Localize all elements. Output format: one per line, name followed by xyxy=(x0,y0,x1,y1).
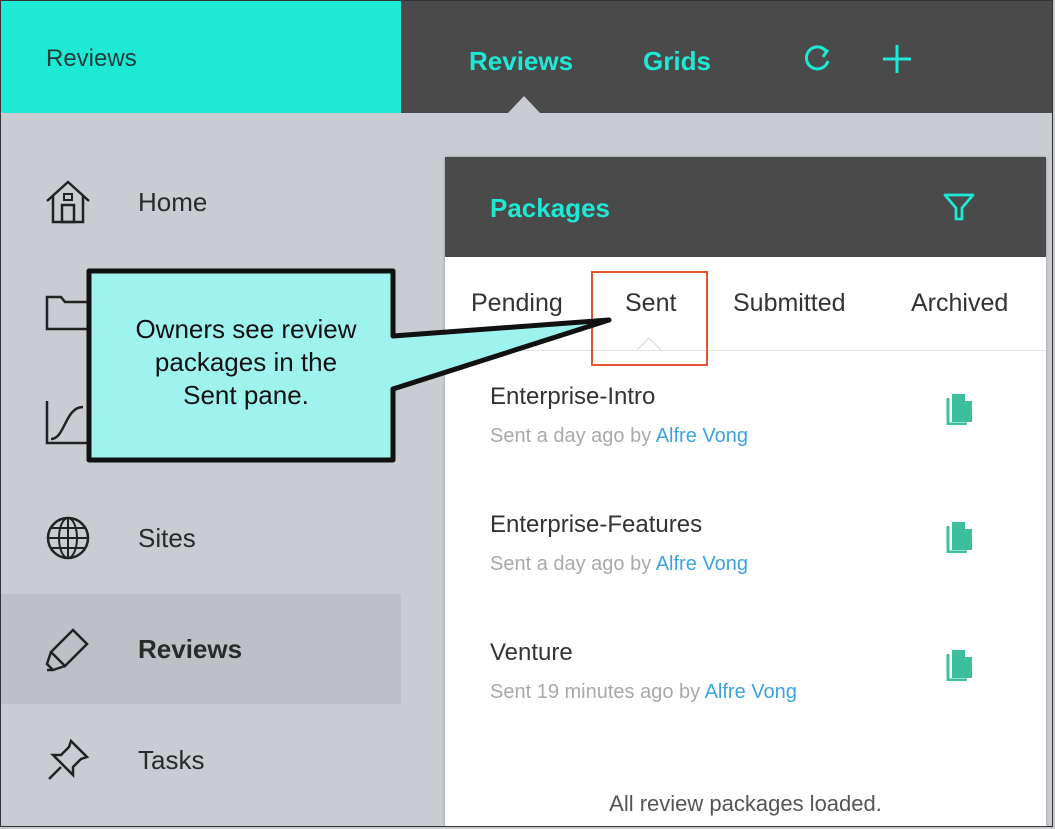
list-item[interactable]: Enterprise-Intro Sent a day ago by Alfre… xyxy=(490,383,1030,473)
sidebar-item-label: Reviews xyxy=(138,634,243,664)
active-tab-pointer xyxy=(508,96,540,113)
tab-submitted[interactable]: Submitted xyxy=(733,289,846,318)
callout-line: packages in the xyxy=(154,347,338,377)
panel-header: Packages xyxy=(445,157,1046,257)
refresh-icon[interactable] xyxy=(799,41,835,77)
callout-text: Owners see review packages in the Sent p… xyxy=(101,313,391,412)
user-link[interactable]: Alfre Vong xyxy=(656,425,748,447)
sidebar-item-label: Home xyxy=(138,187,208,217)
home-icon xyxy=(46,180,90,224)
highlighter-icon xyxy=(45,628,89,672)
globe-icon xyxy=(46,516,90,560)
tab-grids[interactable]: Grids xyxy=(643,46,711,77)
tab-archived[interactable]: Archived xyxy=(911,289,1008,318)
top-nav: Reviews Grids xyxy=(401,1,1052,113)
sidebar-item-home[interactable]: Home xyxy=(1,147,401,257)
package-meta: Sent a day ago by Alfre Vong xyxy=(490,553,748,575)
document-icon[interactable] xyxy=(945,519,975,553)
package-meta: Sent a day ago by Alfre Vong xyxy=(490,425,748,447)
package-name: Enterprise-Intro xyxy=(490,383,656,410)
pin-icon xyxy=(48,738,90,780)
app-window: Reviews Reviews Grids Home Sites Reviews… xyxy=(0,0,1053,827)
list-item[interactable]: Enterprise-Features Sent a day ago by Al… xyxy=(490,511,1030,601)
sent-tab-highlight-box xyxy=(591,271,708,366)
packages-panel: Packages Pending Sent Submitted Archived… xyxy=(445,157,1046,826)
chart-icon xyxy=(45,401,89,445)
sidebar-item-sites[interactable]: Sites xyxy=(1,483,401,593)
package-name: Enterprise-Features xyxy=(490,511,703,538)
sidebar-item-label: Tasks xyxy=(138,745,205,775)
app-title: Reviews xyxy=(46,45,137,72)
tab-reviews[interactable]: Reviews xyxy=(469,46,573,77)
tab-divider xyxy=(445,350,1046,351)
package-name: Venture xyxy=(490,639,573,666)
list-item[interactable]: Venture Sent 19 minutes ago by Alfre Von… xyxy=(490,639,1030,729)
document-icon[interactable] xyxy=(945,647,975,681)
sidebar-item-tasks[interactable]: Tasks xyxy=(1,705,401,815)
user-link[interactable]: Alfre Vong xyxy=(705,681,797,703)
list-footer: All review packages loaded. xyxy=(609,791,882,816)
app-header: Reviews xyxy=(1,1,401,113)
filter-icon[interactable] xyxy=(941,189,977,225)
folder-icon xyxy=(45,295,91,331)
tab-pending[interactable]: Pending xyxy=(471,289,563,318)
sidebar-item-label: Sites xyxy=(138,523,196,553)
callout-line: Sent pane. xyxy=(183,380,309,410)
panel-title: Packages xyxy=(490,193,610,223)
user-link[interactable]: Alfre Vong xyxy=(656,553,748,575)
sidebar: Home Sites Reviews Tasks xyxy=(1,113,401,826)
package-meta: Sent 19 minutes ago by Alfre Vong xyxy=(490,681,797,703)
plus-icon[interactable] xyxy=(879,41,915,77)
sidebar-item-reviews[interactable]: Reviews xyxy=(1,594,401,704)
document-icon[interactable] xyxy=(945,391,975,425)
callout-line: Owners see review xyxy=(135,314,357,344)
